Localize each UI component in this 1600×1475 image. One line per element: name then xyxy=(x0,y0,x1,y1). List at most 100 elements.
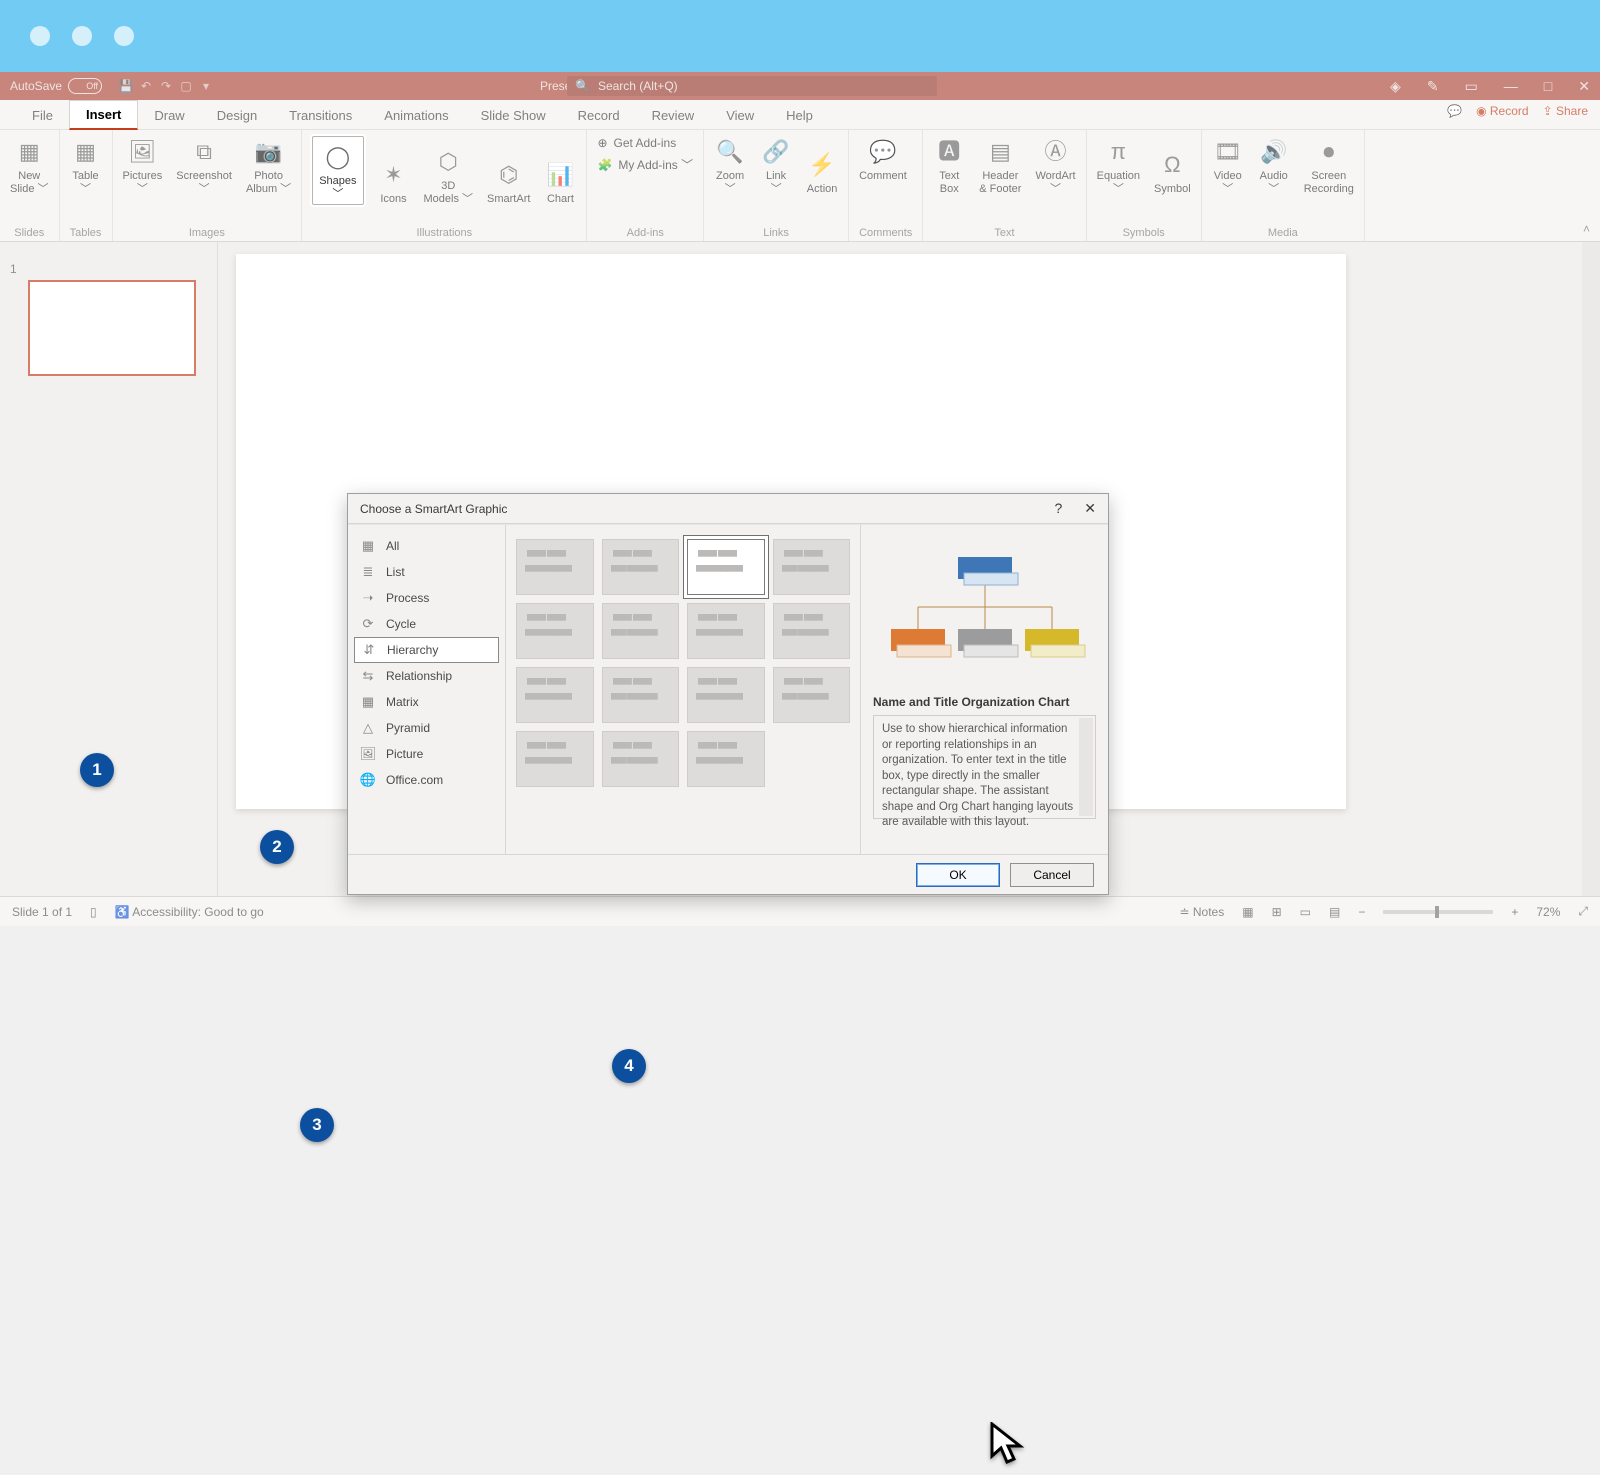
table-button[interactable]: ▦Table﹀ xyxy=(70,136,102,195)
layout-option-9[interactable] xyxy=(602,667,680,723)
undo-icon[interactable]: ↶ xyxy=(136,79,156,93)
notes-button[interactable]: ≐ Notes xyxy=(1179,905,1224,919)
audio-button[interactable]: 🔊Audio﹀ xyxy=(1258,136,1290,195)
my-add-ins-button[interactable]: 🧩My Add-ins ﹀ xyxy=(597,156,693,173)
dialog-close-icon[interactable]: ✕ xyxy=(1084,500,1096,517)
category-list[interactable]: ≣List xyxy=(348,559,505,585)
layout-option-4[interactable] xyxy=(516,603,594,659)
category-matrix[interactable]: ▦Matrix xyxy=(348,689,505,715)
wordart-button[interactable]: ⒶWordArt﹀ xyxy=(1035,136,1075,195)
minimize-icon[interactable]: — xyxy=(1504,78,1518,95)
comment-button[interactable]: 💬Comment xyxy=(859,136,907,183)
record-button[interactable]: ◉ Record xyxy=(1476,104,1529,118)
pen-icon[interactable]: ✎ xyxy=(1427,78,1439,95)
header-footer-button[interactable]: ▤Header& Footer xyxy=(979,136,1021,195)
traffic-light-min[interactable] xyxy=(72,26,92,46)
layout-option-5[interactable] xyxy=(602,603,680,659)
category-process[interactable]: ➝Process xyxy=(348,585,505,611)
tab-file[interactable]: File xyxy=(16,102,69,129)
tab-draw[interactable]: Draw xyxy=(138,102,200,129)
view-normal-icon[interactable]: ▦ xyxy=(1242,905,1253,919)
cancel-button[interactable]: Cancel xyxy=(1010,863,1094,887)
category-office-com[interactable]: 🌐Office.com xyxy=(348,767,505,793)
coming-soon-icon[interactable]: ◈ xyxy=(1390,78,1401,95)
layout-option-10[interactable] xyxy=(687,667,765,723)
category-pyramid[interactable]: △Pyramid xyxy=(348,715,505,741)
get-add-ins-button[interactable]: ⊕Get Add-ins xyxy=(597,136,693,150)
zoom-button[interactable]: 🔍Zoom﹀ xyxy=(714,136,746,195)
layout-option-14[interactable] xyxy=(687,731,765,787)
dialog-help-icon[interactable]: ? xyxy=(1054,500,1062,517)
qat-overflow-icon[interactable]: ▾ xyxy=(196,79,216,93)
view-sorter-icon[interactable]: ⊞ xyxy=(1272,905,1282,919)
screenshot-button[interactable]: ⧉Screenshot﹀ xyxy=(176,136,232,195)
ok-button[interactable]: OK xyxy=(916,863,1000,887)
layout-option-2[interactable] xyxy=(687,539,765,595)
window-layout-icon[interactable]: ▭ xyxy=(1465,78,1478,95)
3d-models-button[interactable]: ⬡3DModels ﹀ xyxy=(424,146,474,205)
layout-option-1[interactable] xyxy=(602,539,680,595)
autosave-toggle[interactable]: Off xyxy=(68,78,102,94)
zoom-slider[interactable] xyxy=(1383,910,1493,914)
fit-to-window-icon[interactable]: ⤢ xyxy=(1578,904,1588,919)
share-button[interactable]: ⇪ Share xyxy=(1543,104,1588,118)
category-picture[interactable]: 🖼Picture xyxy=(348,741,505,767)
traffic-light-max[interactable] xyxy=(114,26,134,46)
traffic-light-close[interactable] xyxy=(30,26,50,46)
action-button[interactable]: ⚡Action xyxy=(806,149,838,196)
icons-button[interactable]: ✶Icons xyxy=(378,159,410,206)
accessibility-status[interactable]: ♿ Accessibility: Good to go xyxy=(115,905,264,919)
tab-design[interactable]: Design xyxy=(201,102,273,129)
text-box-button[interactable]: 🅰TextBox xyxy=(933,136,965,195)
tab-help[interactable]: Help xyxy=(770,102,829,129)
slide-thumbnail-1[interactable] xyxy=(28,280,196,376)
layout-option-6[interactable] xyxy=(687,603,765,659)
tab-insert[interactable]: Insert xyxy=(69,100,138,130)
zoom-in-icon[interactable]: + xyxy=(1511,905,1518,919)
category-all[interactable]: ▦All xyxy=(348,533,505,559)
photo-album-button[interactable]: 📷PhotoAlbum ﹀ xyxy=(246,136,291,195)
tab-review[interactable]: Review xyxy=(636,102,711,129)
maximize-icon[interactable]: □ xyxy=(1544,78,1552,95)
layout-option-12[interactable] xyxy=(516,731,594,787)
screen-rec-button[interactable]: ⏺ScreenRecording xyxy=(1304,136,1354,195)
tab-record[interactable]: Record xyxy=(562,102,636,129)
pictures-button[interactable]: 🖼Pictures﹀ xyxy=(123,136,163,195)
redo-icon[interactable]: ↷ xyxy=(156,79,176,93)
layout-option-0[interactable] xyxy=(516,539,594,595)
tab-slide-show[interactable]: Slide Show xyxy=(465,102,562,129)
layout-option-11[interactable] xyxy=(773,667,851,723)
tab-transitions[interactable]: Transitions xyxy=(273,102,368,129)
layout-option-8[interactable] xyxy=(516,667,594,723)
from-beginning-icon[interactable]: ▢ xyxy=(176,79,196,93)
quick-access-toolbar: AutoSave Off 💾 ↶ ↷ ▢ ▾ Presentation1 - P… xyxy=(0,72,1600,100)
desc-scrollbar[interactable] xyxy=(1079,718,1093,816)
new-slide-button[interactable]: ▦NewSlide ﹀ xyxy=(10,136,49,195)
category-cycle[interactable]: ⟳Cycle xyxy=(348,611,505,637)
video-button[interactable]: 🎞Video﹀ xyxy=(1212,136,1244,195)
shapes-button[interactable]: ◯Shapes﹀ xyxy=(312,136,363,205)
zoom-out-icon[interactable]: − xyxy=(1358,905,1365,919)
category-relationship[interactable]: ⇆Relationship xyxy=(348,663,505,689)
category-hierarchy[interactable]: ⇵Hierarchy xyxy=(354,637,499,663)
chart-button[interactable]: 📊Chart xyxy=(544,159,576,206)
search-box[interactable]: 🔍 Search (Alt+Q) xyxy=(567,76,937,96)
save-icon[interactable]: 💾 xyxy=(116,79,136,93)
vertical-scrollbar[interactable] xyxy=(1582,242,1600,896)
view-reading-icon[interactable]: ▭ xyxy=(1300,905,1311,919)
slide-thumbnails-pane[interactable]: 1 xyxy=(0,242,218,896)
close-icon[interactable]: ✕ xyxy=(1578,78,1590,95)
view-slideshow-icon[interactable]: ▤ xyxy=(1329,905,1340,919)
layout-option-13[interactable] xyxy=(602,731,680,787)
symbol-button[interactable]: ΩSymbol xyxy=(1154,149,1191,196)
equation-button[interactable]: πEquation﹀ xyxy=(1097,136,1140,195)
tab-view[interactable]: View xyxy=(710,102,770,129)
comments-pane-icon[interactable]: 💬 xyxy=(1447,104,1462,118)
smartart-button[interactable]: ⌬SmartArt xyxy=(487,159,530,206)
layout-option-7[interactable] xyxy=(773,603,851,659)
tab-animations[interactable]: Animations xyxy=(368,102,464,129)
layout-option-3[interactable] xyxy=(773,539,851,595)
zoom-percent[interactable]: 72% xyxy=(1536,905,1560,919)
collapse-ribbon-icon[interactable]: ˄ xyxy=(1583,222,1590,236)
link-button[interactable]: 🔗Link﹀ xyxy=(760,136,792,195)
